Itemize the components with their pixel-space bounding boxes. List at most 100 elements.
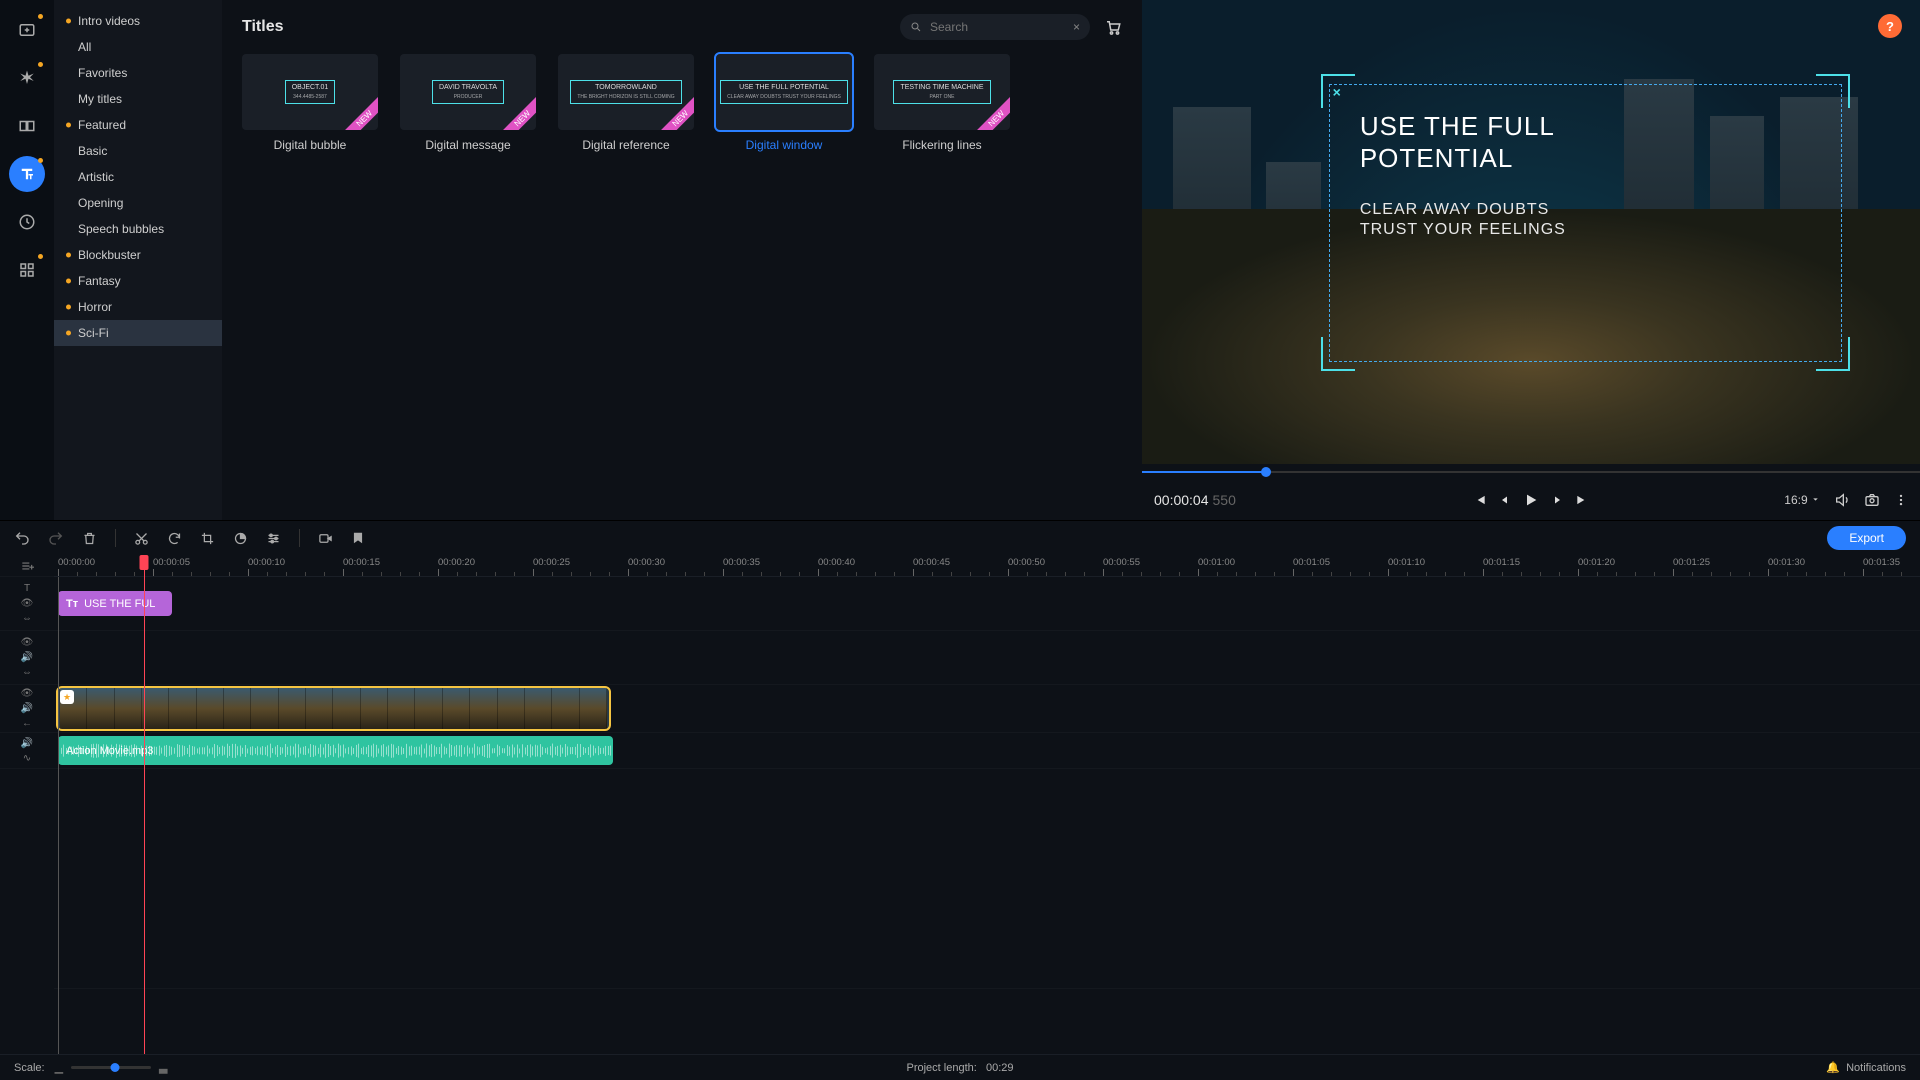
- cart-icon[interactable]: [1104, 18, 1122, 36]
- add-track-icon[interactable]: [0, 555, 54, 577]
- star-badge-icon: ★: [60, 690, 74, 704]
- eye-icon[interactable]: 👁: [21, 688, 33, 700]
- audio-track[interactable]: Action Movie.mp3: [54, 733, 1920, 769]
- fx-icon[interactable]: ∿: [21, 752, 33, 764]
- audio-clip[interactable]: Action Movie.mp3: [58, 736, 613, 765]
- prev-clip-icon[interactable]: [1473, 493, 1487, 507]
- stickers-icon[interactable]: [9, 204, 45, 240]
- category-item[interactable]: Artistic: [54, 164, 222, 190]
- video-track[interactable]: ★: [54, 685, 1920, 733]
- title-browser: Titles × OBJECT.01344.4485-2587NEWDigita…: [222, 0, 1142, 520]
- audio-track-head[interactable]: 🔊 ∿: [0, 733, 54, 769]
- category-item[interactable]: Speech bubbles: [54, 216, 222, 242]
- video-clip[interactable]: ★: [58, 688, 609, 729]
- import-icon[interactable]: [9, 12, 45, 48]
- export-button[interactable]: Export: [1827, 526, 1906, 550]
- snapshot-icon[interactable]: [1864, 492, 1880, 508]
- mute-icon[interactable]: 🔊: [21, 703, 33, 715]
- category-item[interactable]: Horror: [54, 294, 222, 320]
- category-item[interactable]: Favorites: [54, 60, 222, 86]
- crop-icon[interactable]: [200, 531, 215, 546]
- title-tile[interactable]: TOMORROWLANDTHE BRIGHT HORIZON IS STILL …: [558, 54, 694, 152]
- ruler-label: 00:00:05: [153, 557, 190, 568]
- tracks-area[interactable]: 00:00:0000:00:0500:00:1000:00:1500:00:20…: [54, 555, 1920, 1054]
- color-icon[interactable]: [233, 531, 248, 546]
- zoom-in-icon[interactable]: ▃: [159, 1061, 167, 1074]
- ruler-label: 00:00:20: [438, 557, 475, 568]
- title-tile[interactable]: DAVID TRAVOLTAPRODUCERNEWDigital message: [400, 54, 536, 152]
- undo-icon[interactable]: [14, 530, 30, 546]
- timeline-ruler[interactable]: 00:00:0000:00:0500:00:1000:00:1500:00:20…: [54, 555, 1920, 577]
- title-tile[interactable]: TESTING TIME MACHINEPART ONENEWFlickerin…: [874, 54, 1010, 152]
- redo-icon[interactable]: [48, 530, 64, 546]
- rotate-icon[interactable]: [167, 531, 182, 546]
- delete-icon[interactable]: [82, 531, 97, 546]
- preview-scrubber[interactable]: [1142, 464, 1920, 480]
- playhead[interactable]: [140, 555, 149, 570]
- timeline: Export T 👁 ⇔ 👁 🔊 ⇔ 👁 🔊 ←: [0, 520, 1920, 1054]
- category-item[interactable]: Fantasy: [54, 268, 222, 294]
- ruler-label: 00:00:40: [818, 557, 855, 568]
- title-track-head[interactable]: T 👁 ⇔: [0, 577, 54, 631]
- volume-icon[interactable]: [1834, 492, 1850, 508]
- effects-icon[interactable]: [9, 60, 45, 96]
- ruler-label: 00:00:45: [913, 557, 950, 568]
- title-clip[interactable]: Tᴛ USE THE FUL: [58, 591, 172, 616]
- video-track-head[interactable]: 👁 🔊 ←: [0, 685, 54, 733]
- search-input[interactable]: [930, 20, 1073, 34]
- audio-clip-label: Action Movie.mp3: [66, 745, 153, 757]
- category-item[interactable]: Featured: [54, 112, 222, 138]
- category-item[interactable]: Basic: [54, 138, 222, 164]
- overlay-sub-line2: TRUST YOUR FEELINGS: [1360, 221, 1566, 238]
- bell-icon: 🔔: [1826, 1061, 1840, 1074]
- play-icon[interactable]: [1523, 492, 1539, 508]
- mute-icon[interactable]: 🔊: [21, 652, 33, 664]
- cut-icon[interactable]: [134, 531, 149, 546]
- title-clip-icon: Tᴛ: [66, 598, 78, 610]
- category-item[interactable]: Sci-Fi: [54, 320, 222, 346]
- preview-canvas[interactable]: × USE THE FULL POTENTIAL CLEAR AWAY DOUB…: [1142, 0, 1920, 464]
- notifications-button[interactable]: 🔔 Notifications: [1826, 1061, 1906, 1074]
- scale-slider[interactable]: [71, 1066, 151, 1069]
- record-icon[interactable]: [318, 531, 333, 546]
- link-icon[interactable]: ⇔: [21, 667, 33, 679]
- titles-icon[interactable]: [9, 156, 45, 192]
- timeline-toolbar: Export: [0, 521, 1920, 555]
- frame-back-icon[interactable]: [1499, 494, 1511, 506]
- category-item[interactable]: Blockbuster: [54, 242, 222, 268]
- eye-icon[interactable]: 👁: [21, 598, 33, 610]
- category-item[interactable]: My titles: [54, 86, 222, 112]
- title-tile[interactable]: USE THE FULL POTENTIALCLEAR AWAY DOUBTS …: [716, 54, 852, 152]
- mute-icon[interactable]: 🔊: [21, 737, 33, 749]
- next-clip-icon[interactable]: [1575, 493, 1589, 507]
- category-item[interactable]: Intro videos: [54, 8, 222, 34]
- ruler-label: 00:00:30: [628, 557, 665, 568]
- project-length-value: 00:29: [986, 1062, 1014, 1074]
- back-icon[interactable]: ←: [21, 718, 33, 730]
- preview-menu-icon[interactable]: [1894, 493, 1908, 507]
- zoom-out-icon[interactable]: ▁: [55, 1061, 63, 1074]
- text-track-icon: T: [21, 583, 33, 595]
- title-tile[interactable]: OBJECT.01344.4485-2587NEWDigital bubble: [242, 54, 378, 152]
- marker-icon[interactable]: [351, 531, 365, 545]
- frame-fwd-icon[interactable]: [1551, 494, 1563, 506]
- title-track[interactable]: Tᴛ USE THE FUL: [54, 577, 1920, 631]
- overlay-track-head[interactable]: 👁 🔊 ⇔: [0, 631, 54, 685]
- overlay-track[interactable]: [54, 631, 1920, 685]
- transitions-icon[interactable]: [9, 108, 45, 144]
- ruler-label: 00:00:35: [723, 557, 760, 568]
- browser-title: Titles: [242, 18, 284, 36]
- empty-track-area[interactable]: [54, 769, 1920, 989]
- link-icon[interactable]: ⇔: [21, 613, 33, 625]
- category-item[interactable]: All: [54, 34, 222, 60]
- ruler-label: 00:01:15: [1483, 557, 1520, 568]
- aspect-ratio[interactable]: 16:9: [1784, 493, 1820, 507]
- more-icon[interactable]: [9, 252, 45, 288]
- properties-icon[interactable]: [266, 531, 281, 546]
- category-item[interactable]: Opening: [54, 190, 222, 216]
- ruler-label: 00:00:00: [58, 557, 95, 568]
- help-button[interactable]: ?: [1878, 14, 1902, 38]
- eye-icon[interactable]: 👁: [21, 637, 33, 649]
- clear-search-icon[interactable]: ×: [1073, 20, 1080, 34]
- search-field[interactable]: ×: [900, 14, 1090, 40]
